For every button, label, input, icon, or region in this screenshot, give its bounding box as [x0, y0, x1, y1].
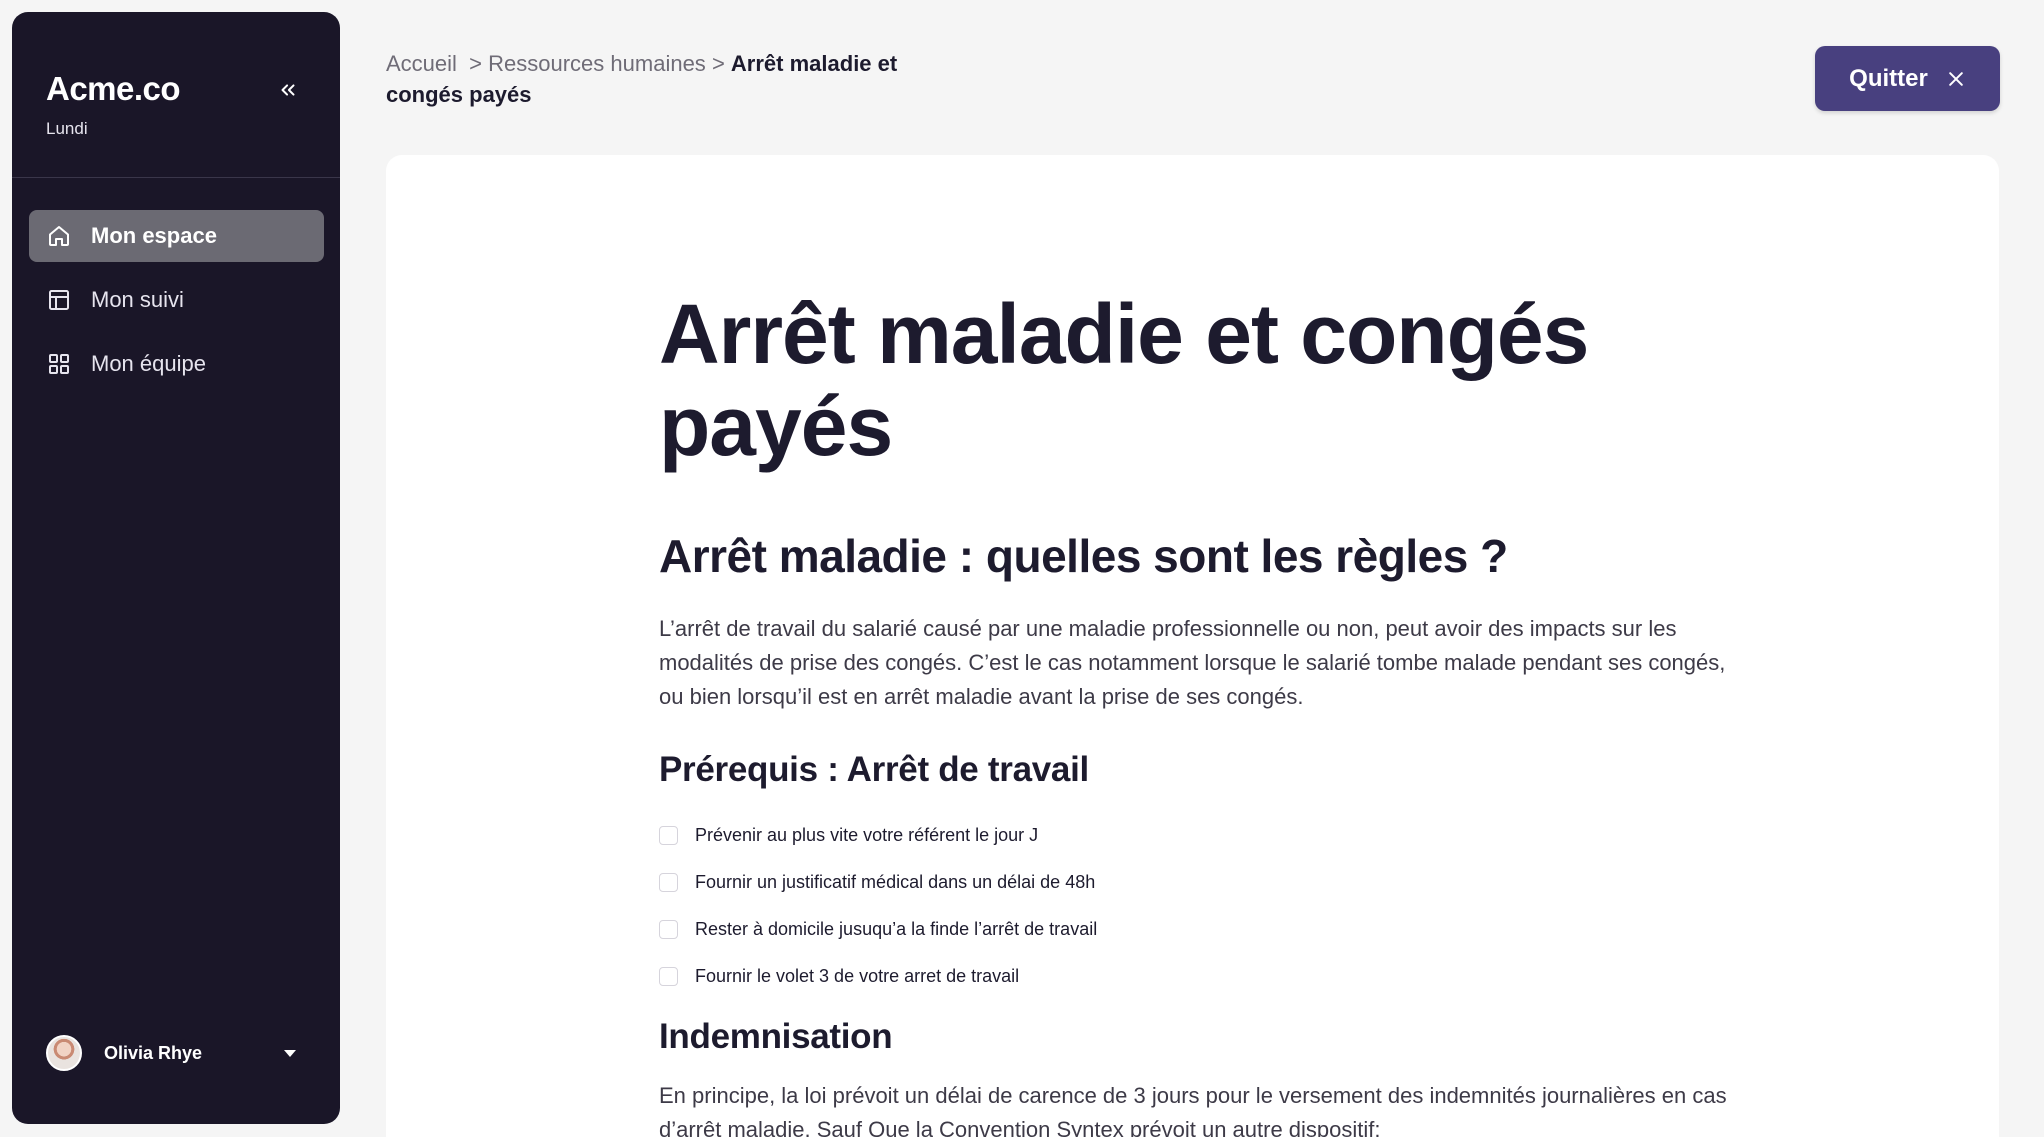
- checklist-item: Fournir un justificatif médical dans un …: [659, 859, 1459, 906]
- checklist-item: Prévenir au plus vite votre référent le …: [659, 812, 1459, 859]
- sidebar-divider: [12, 177, 340, 178]
- page-title: Arrêt maladie et congés payés: [659, 287, 1589, 473]
- prerequisites-title: Prérequis : Arrêt de travail: [659, 750, 1089, 789]
- checklist-item-label: Fournir le volet 3 de votre arret de tra…: [695, 966, 1020, 986]
- quit-button[interactable]: Quitter: [1815, 46, 2000, 111]
- layout-icon: [45, 286, 73, 314]
- prerequisites-checklist: Prévenir au plus vite votre référent le …: [659, 812, 1459, 1000]
- checklist-item-label: Fournir un justificatif médical dans un …: [695, 872, 1096, 892]
- sidebar-item-mon-equipe[interactable]: Mon équipe: [29, 338, 324, 390]
- sidebar-nav: Mon espace Mon suivi Mon équipe: [29, 210, 324, 402]
- section-title: Arrêt maladie : quelles sont les règles …: [659, 530, 1508, 582]
- checkbox[interactable]: [659, 920, 678, 939]
- brand-subtitle: Lundi: [46, 119, 88, 138]
- breadcrumb-section-link[interactable]: Ressources humaines: [488, 51, 706, 76]
- checkbox[interactable]: [659, 826, 678, 845]
- sidebar-item-label: Mon suivi: [91, 287, 184, 312]
- breadcrumb-separator: >: [469, 51, 483, 76]
- sidebar: Acme.co Lundi Mon espace Mon suivi Mon é…: [12, 12, 340, 1124]
- checklist-item: Fournir le volet 3 de votre arret de tra…: [659, 953, 1459, 1000]
- checklist-item-label: Rester à domicile jusuqu’a la finde l’ar…: [695, 919, 1098, 939]
- collapse-sidebar-button[interactable]: [270, 72, 306, 108]
- quit-button-label: Quitter: [1849, 64, 1928, 92]
- checkbox[interactable]: [659, 873, 678, 892]
- sidebar-item-label: Mon équipe: [91, 351, 206, 376]
- checklist-item-label: Prévenir au plus vite votre référent le …: [695, 825, 1039, 845]
- checklist-item: Rester à domicile jusuqu’a la finde l’ar…: [659, 906, 1459, 953]
- sidebar-item-mon-espace[interactable]: Mon espace: [29, 210, 324, 262]
- article-card: Arrêt maladie et congés payés Arrêt mala…: [386, 155, 1999, 1137]
- avatar: [46, 1035, 82, 1071]
- checkbox[interactable]: [659, 967, 678, 986]
- breadcrumb-separator: >: [711, 51, 725, 76]
- chevron-down-icon: [284, 1049, 296, 1057]
- intro-paragraph: L’arrêt de travail du salarié causé par …: [659, 616, 1726, 709]
- brand-logo: Acme.co: [46, 70, 181, 107]
- sidebar-item-mon-suivi[interactable]: Mon suivi: [29, 274, 324, 326]
- home-icon: [45, 222, 73, 250]
- breadcrumb: Accueil > Ressources humaines > Arrêt ma…: [386, 48, 946, 110]
- user-menu[interactable]: Olivia Rhye: [46, 1033, 316, 1073]
- indemnisation-title: Indemnisation: [659, 1017, 893, 1056]
- grid-icon: [45, 350, 73, 378]
- sidebar-item-label: Mon espace: [91, 223, 217, 248]
- indemnisation-paragraph: En principe, la loi prévoit un délai de …: [659, 1083, 1727, 1137]
- user-name: Olivia Rhye: [104, 1042, 203, 1063]
- chevrons-left-icon: [281, 84, 295, 96]
- close-icon: [1946, 69, 1966, 89]
- breadcrumb-home-link[interactable]: Accueil: [386, 51, 457, 76]
